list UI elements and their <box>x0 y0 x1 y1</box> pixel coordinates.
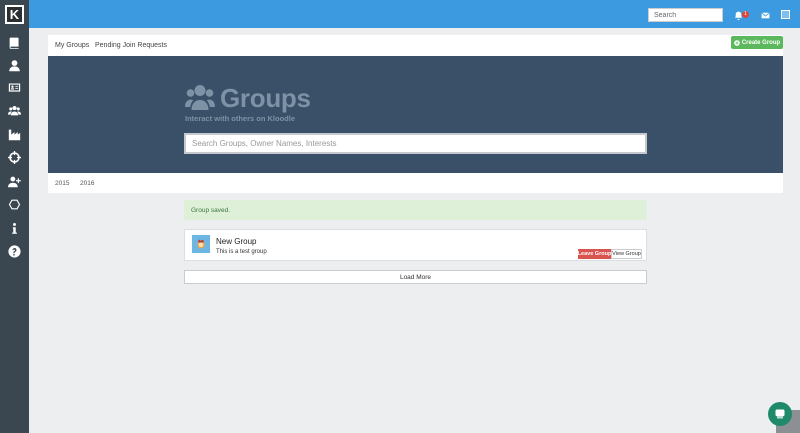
id-card-icon[interactable] <box>6 79 22 95</box>
users-icon[interactable] <box>6 102 22 118</box>
logo-letter: K <box>7 7 22 22</box>
success-alert: Group saved. <box>184 200 647 220</box>
page-subtitle: Interact with others on Kloodle <box>185 114 296 123</box>
chat-widget-button[interactable] <box>768 402 792 426</box>
user-avatar[interactable] <box>781 10 790 19</box>
tab-my-groups[interactable]: My Groups <box>55 42 89 49</box>
year-filter-2016[interactable]: 2016 <box>80 180 94 187</box>
groups-search-input[interactable] <box>184 133 647 154</box>
alert-message: Group saved. <box>191 207 231 214</box>
industry-icon[interactable] <box>6 126 22 142</box>
user-plus-icon[interactable] <box>6 173 22 189</box>
hexagon-icon[interactable] <box>6 196 22 212</box>
group-description: This is a test group <box>216 249 267 255</box>
chat-icon <box>775 409 785 419</box>
help-icon[interactable] <box>6 243 22 259</box>
crosshairs-icon[interactable] <box>6 149 22 165</box>
user-icon[interactable] <box>6 57 22 73</box>
envelope-icon[interactable] <box>759 9 771 21</box>
groups-tab-bar: My Groups Pending Join Requests <box>48 35 783 56</box>
global-search-input[interactable] <box>648 8 723 22</box>
view-group-button[interactable]: View Group <box>611 249 642 259</box>
year-filter-bar: 2015 2016 <box>48 173 783 193</box>
page-title: Groups <box>220 83 311 113</box>
notification-count-badge: 1 <box>742 11 749 18</box>
create-group-button[interactable]: Create Group <box>731 36 783 49</box>
leave-group-button[interactable]: Leave Group <box>578 249 611 259</box>
group-thumbnail[interactable] <box>192 235 210 253</box>
tab-pending-join-requests[interactable]: Pending Join Requests <box>95 42 167 49</box>
load-more-button[interactable]: Load More <box>184 270 647 284</box>
plus-circle-icon <box>734 39 740 46</box>
book-icon[interactable] <box>6 34 22 50</box>
group-title[interactable]: New Group <box>216 237 256 246</box>
year-filter-2015[interactable]: 2015 <box>55 180 69 187</box>
create-group-label: Create Group <box>741 39 781 46</box>
kloodle-logo[interactable]: K <box>5 5 24 24</box>
users-icon <box>185 84 215 110</box>
groups-hero-banner: Groups Interact with others on Kloodle <box>48 56 783 173</box>
left-sidebar: K <box>0 0 29 433</box>
group-card: New Group This is a test group Leave Gro… <box>184 229 647 261</box>
info-icon[interactable] <box>6 220 22 236</box>
